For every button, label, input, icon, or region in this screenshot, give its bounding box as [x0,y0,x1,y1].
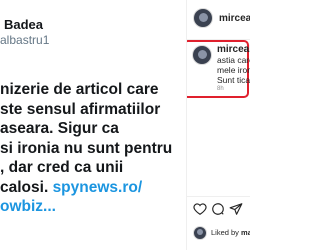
instagram-panel: mirceabad mirceabad astia care mele iron… [186,0,250,250]
tweet-line-text: calosi. [0,178,53,196]
comment-avatar[interactable] [192,45,212,65]
liked-by-row: Liked by mari [187,222,250,244]
post-header: mirceabad [187,0,250,40]
avatar[interactable] [193,8,213,28]
liked-by-text: Liked by mari [211,228,250,237]
tweet-line: ste sensul afirmatiilor [0,100,161,118]
tweet-link-continued[interactable]: owbiz... [0,197,186,217]
heart-icon[interactable] [193,202,207,216]
post-actions [187,196,250,220]
tweet-author-name: Badea [4,17,44,32]
tweet-line: si ironia nu sunt pentru [0,139,173,157]
tweet-screenshot: Badea albastru1 nizerie de articol care … [0,0,186,250]
comment-timestamp: 8h [217,86,224,92]
liked-by-user[interactable]: mari [241,228,250,237]
liker-avatar[interactable] [193,226,207,240]
tweet-text: nizerie de articol care ste sensul afirm… [0,80,186,217]
post-username[interactable]: mirceabad [219,13,250,24]
tweet-link[interactable]: spynews.ro/ [53,179,143,196]
comment-text: astia care mele ironi Sunt ticalo [217,55,250,85]
comment-icon[interactable] [211,202,225,216]
comment-line: mele ironi [217,65,250,75]
share-icon[interactable] [229,202,243,216]
tweet-line: nizerie de articol care [0,81,159,98]
tweet-line: , dar cred ca unii [0,159,124,176]
comment-line: Sunt ticalo [217,75,250,85]
tweet-author-handle: albastru1 [0,33,50,47]
comment-username[interactable]: mirceabad [217,44,250,55]
tweet-line-with-link: calosi. spynews.ro/ [0,178,186,198]
liked-by-prefix: Liked by [211,228,242,237]
comment-line: astia care [217,55,250,65]
tweet-line: aseara. Sigur ca [0,120,119,137]
